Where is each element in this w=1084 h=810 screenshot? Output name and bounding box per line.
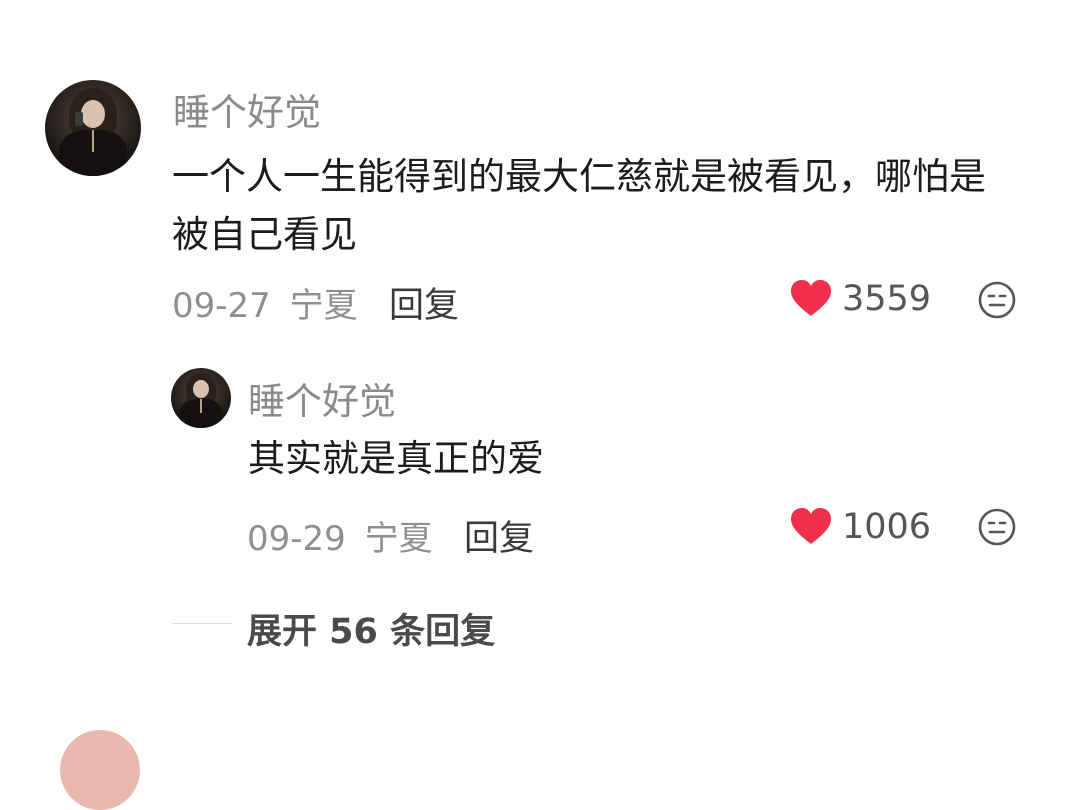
avatar-face (81, 100, 105, 128)
avatar-necklace (92, 130, 94, 152)
avatar-phone (75, 112, 83, 126)
avatar-necklace (200, 399, 202, 413)
reply-avatar[interactable] (171, 368, 231, 428)
next-comment-avatar[interactable] (60, 730, 140, 810)
like-button[interactable]: 3559 (790, 278, 931, 320)
expand-divider (172, 623, 232, 624)
reply-username[interactable]: 睡个好觉 (248, 371, 396, 425)
avatar[interactable] (45, 80, 141, 176)
emoji-icon[interactable] (978, 508, 1016, 546)
heart-icon (791, 508, 831, 544)
reply-button[interactable]: 回复 (389, 277, 459, 328)
comment-meta: 09-27 宁夏 (172, 278, 358, 327)
reply-reply-button[interactable]: 回复 (464, 510, 534, 561)
comment-date: 09-27 (172, 286, 271, 326)
emoji-icon[interactable] (978, 281, 1016, 319)
heart-icon (791, 280, 831, 316)
expand-replies-button[interactable]: 展开 56 条回复 (247, 603, 495, 654)
reply-meta: 09-29 宁夏 (247, 511, 433, 560)
comment-location: 宁夏 (289, 286, 358, 326)
reply-like-button[interactable]: 1006 (790, 506, 931, 548)
reply-like-count: 1006 (842, 507, 932, 547)
comment-username[interactable]: 睡个好觉 (173, 82, 321, 136)
like-count: 3559 (842, 279, 932, 319)
reply-text: 其实就是真正的爱 (248, 437, 544, 480)
avatar-face (193, 380, 209, 398)
reply-date: 09-29 (247, 519, 346, 559)
reply-location: 宁夏 (364, 519, 433, 559)
comment-text: 一个人一生能得到的最大仁慈就是被看见，哪怕是被自己看见 (172, 155, 986, 256)
